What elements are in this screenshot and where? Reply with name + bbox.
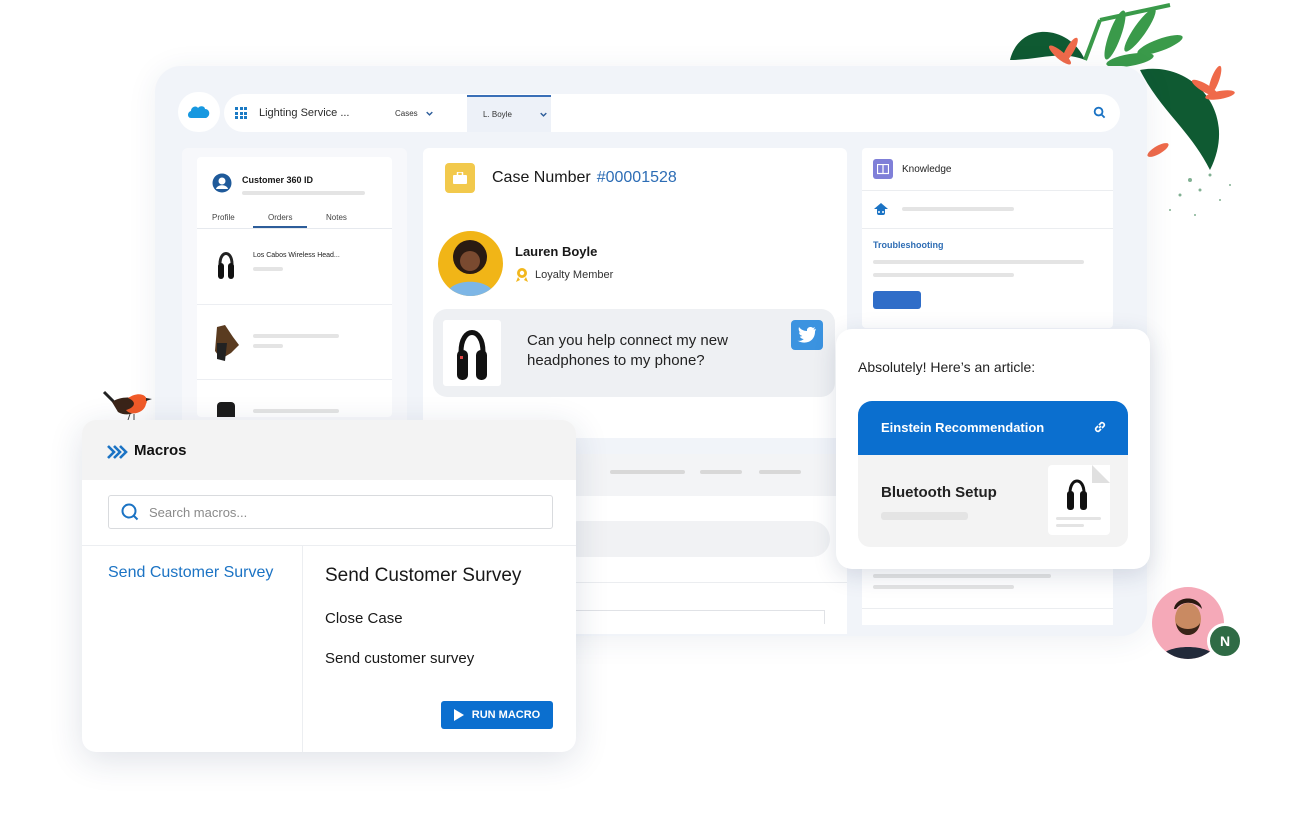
customer-avatar bbox=[438, 231, 503, 296]
article-preview[interactable]: Bluetooth Setup bbox=[858, 455, 1128, 547]
customer-360-card: Customer 360 ID Profile Orders Notes Los… bbox=[197, 157, 392, 417]
app-launcher-grid-icon[interactable] bbox=[235, 107, 247, 119]
placeholder-bar bbox=[253, 267, 283, 271]
agent-status-badge: N bbox=[1207, 623, 1243, 659]
placeholder-bar bbox=[873, 260, 1084, 264]
lauren-photo bbox=[446, 240, 495, 296]
chevron-down-icon bbox=[425, 111, 433, 116]
headphones-image bbox=[218, 252, 234, 279]
loyalty-label: Loyalty Member bbox=[535, 269, 614, 281]
placeholder-bar bbox=[881, 512, 968, 520]
knowledge-title: Knowledge bbox=[902, 164, 952, 175]
case-number[interactable]: #00001528 bbox=[597, 169, 677, 186]
headphones-image bbox=[457, 330, 487, 380]
award-ribbon-icon bbox=[516, 268, 528, 282]
salesforce-logo[interactable] bbox=[178, 92, 220, 132]
customer-avatar-icon bbox=[212, 173, 232, 193]
macros-search-box[interactable] bbox=[108, 495, 553, 529]
placeholder-bar bbox=[902, 207, 1014, 211]
bird-illustration bbox=[102, 390, 152, 421]
divider bbox=[302, 546, 303, 752]
tab-orders[interactable]: Orders bbox=[253, 213, 308, 228]
chevron-down-icon bbox=[540, 112, 547, 117]
placeholder-bar bbox=[253, 409, 339, 413]
run-macro-label: RUN MACRO bbox=[471, 709, 541, 721]
macros-search-input[interactable] bbox=[149, 504, 529, 520]
macros-panel: Macros Send Customer Survey Send Custome… bbox=[82, 420, 576, 752]
message-text: Can you help connect my new headphones t… bbox=[527, 332, 728, 369]
article-title: Bluetooth Setup bbox=[881, 484, 997, 501]
order-row[interactable] bbox=[197, 305, 392, 380]
global-header: Lighting Service ... Cases L. Boyle bbox=[178, 92, 1120, 132]
customer-name[interactable]: Lauren Boyle bbox=[515, 244, 597, 259]
placeholder-bar bbox=[253, 344, 283, 348]
reply-intro: Absolutely! Here’s an article: bbox=[858, 359, 1036, 375]
link-icon[interactable] bbox=[1092, 419, 1108, 435]
tab-l-boyle[interactable]: L. Boyle bbox=[467, 94, 551, 132]
troubleshooting-link[interactable]: Troubleshooting bbox=[873, 240, 944, 250]
agent-badge-letter: N bbox=[1219, 633, 1231, 649]
knowledge-book-icon bbox=[873, 159, 893, 179]
run-macro-button[interactable]: RUN MACRO bbox=[441, 701, 553, 729]
tab-profile[interactable]: Profile bbox=[212, 213, 235, 222]
backpack-image bbox=[217, 402, 235, 417]
case-feed-placeholder bbox=[560, 454, 847, 634]
tab-l-boyle-label: L. Boyle bbox=[483, 109, 512, 119]
placeholder-bar bbox=[242, 191, 365, 195]
customer-tabs: Profile Orders Notes bbox=[197, 213, 392, 229]
macro-list-item[interactable]: Send Customer Survey bbox=[108, 564, 273, 582]
knowledge-panel: Knowledge Troubleshooting bbox=[862, 148, 1113, 328]
case-icon bbox=[445, 163, 475, 193]
einstein-recommendation-label: Einstein Recommendation bbox=[881, 420, 1045, 435]
macros-header: Macros bbox=[82, 420, 576, 480]
headphones-thumbnail bbox=[443, 320, 501, 386]
customer-message: Can you help connect my new headphones t… bbox=[433, 309, 835, 397]
knowledge-action-button[interactable] bbox=[873, 291, 921, 309]
briefcase-icon bbox=[453, 172, 467, 184]
order-name: Los Cabos Wireless Head... bbox=[253, 252, 340, 259]
macro-step: Close Case bbox=[325, 610, 403, 627]
salesforce-cloud-icon bbox=[188, 106, 210, 118]
loyalty-badge: Loyalty Member bbox=[515, 267, 613, 283]
twitter-icon bbox=[791, 320, 823, 350]
search-icon bbox=[121, 503, 139, 521]
knowledge-header: Knowledge bbox=[862, 148, 1113, 191]
case-title: Case Number #00001528 bbox=[492, 169, 677, 187]
tab-cases-label: Cases bbox=[395, 108, 418, 118]
divider bbox=[82, 545, 576, 546]
nav-bar: Lighting Service ... Cases L. Boyle bbox=[224, 94, 1120, 132]
macros-title: Macros bbox=[134, 442, 187, 459]
macros-chevrons-icon bbox=[107, 445, 128, 459]
agent-reply-card: Absolutely! Here’s an article: Einstein … bbox=[836, 329, 1150, 569]
case-label: Case Number bbox=[492, 169, 591, 186]
knowledge-lower bbox=[862, 565, 1113, 625]
case-panel: Case Number #00001528 Lauren Boyle Loyalt… bbox=[423, 148, 847, 438]
einstein-recommendation-header[interactable]: Einstein Recommendation bbox=[858, 401, 1128, 455]
search-icon[interactable] bbox=[1093, 106, 1106, 119]
tab-cases[interactable]: Cases bbox=[395, 109, 467, 118]
play-icon bbox=[453, 709, 464, 721]
placeholder-bar bbox=[1056, 524, 1084, 527]
placeholder-bar bbox=[1056, 517, 1101, 520]
article-document-icon bbox=[1048, 465, 1110, 535]
order-row[interactable] bbox=[197, 380, 392, 417]
macro-step: Send customer survey bbox=[325, 650, 475, 667]
placeholder-bar bbox=[253, 334, 339, 338]
headphones-image bbox=[1067, 479, 1087, 510]
glove-image bbox=[215, 325, 239, 361]
tab-notes[interactable]: Notes bbox=[326, 213, 347, 222]
macro-detail-title: Send Customer Survey bbox=[325, 565, 522, 586]
knowledge-suggestion[interactable] bbox=[862, 191, 1113, 229]
placeholder-bar bbox=[873, 585, 1014, 589]
placeholder-bar bbox=[873, 273, 1014, 277]
order-row[interactable]: Los Cabos Wireless Head... bbox=[197, 230, 392, 305]
placeholder-bar bbox=[873, 574, 1051, 578]
app-name: Lighting Service ... bbox=[259, 107, 350, 119]
einstein-icon bbox=[874, 203, 888, 215]
